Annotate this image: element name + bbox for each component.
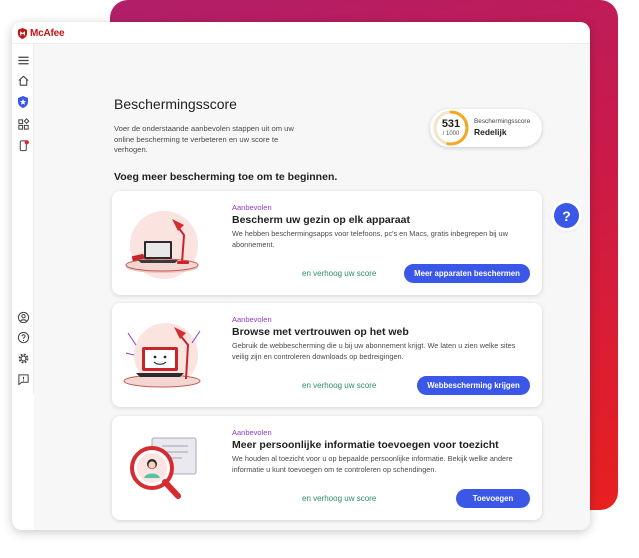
card-description: Gebruik de webbescherming die u bij uw a… xyxy=(232,341,516,361)
laptop-desk-illustration xyxy=(125,211,199,279)
increase-score-link[interactable]: en verhoog uw score xyxy=(302,381,376,390)
nav-alerts[interactable] xyxy=(15,137,31,153)
nav-apps[interactable] xyxy=(15,116,31,132)
chat-icon xyxy=(17,373,29,385)
title-bar: McAfee xyxy=(12,22,590,44)
score-value: 531 xyxy=(441,118,461,130)
nav-account[interactable] xyxy=(15,309,31,325)
magnifier-id-illustration xyxy=(130,437,197,499)
main-content: Beschermingsscore Voer de onderstaande a… xyxy=(34,44,590,530)
nav-settings[interactable] xyxy=(15,350,31,366)
logo-text: McAfee xyxy=(30,27,65,39)
card-kicker: Aanbevolen xyxy=(232,203,272,212)
protection-score-badge[interactable]: 531 / 1000 Beschermingsscore Redelijk xyxy=(430,109,542,147)
card-title: Bescherm uw gezin op elk apparaat xyxy=(232,214,410,226)
home-icon xyxy=(17,75,29,86)
card-description: We hebben beschermingsapps voor telefoon… xyxy=(232,229,508,249)
increase-score-link[interactable]: en verhoog uw score xyxy=(302,269,376,278)
nav-feedback[interactable] xyxy=(15,371,31,387)
recommendation-card-devices: Aanbevolen Bescherm uw gezin op elk appa… xyxy=(112,191,542,295)
shield-star-icon xyxy=(18,96,28,108)
gear-icon xyxy=(18,353,28,363)
nav-protection[interactable] xyxy=(15,94,31,110)
floating-help-button[interactable]: ? xyxy=(554,203,579,228)
smiling-laptop-illustration xyxy=(123,323,201,388)
mcafee-logo: McAfee xyxy=(17,27,65,39)
get-web-protection-button[interactable]: Webbescherming krijgen xyxy=(417,376,530,395)
sidebar-nav xyxy=(12,44,34,394)
nav-home[interactable] xyxy=(15,72,31,88)
score-max: / 1000 xyxy=(442,131,460,137)
card-title: Meer persoonlijke informatie toevoegen v… xyxy=(232,439,499,451)
increase-score-link[interactable]: en verhoog uw score xyxy=(302,494,376,503)
card-title: Browse met vertrouwen op het web xyxy=(232,326,409,338)
protect-more-devices-button[interactable]: Meer apparaten beschermen xyxy=(404,264,530,283)
user-icon xyxy=(17,311,29,323)
recommendation-card-web: Aanbevolen Browse met vertrouwen op het … xyxy=(112,303,542,407)
hamburger-menu-icon xyxy=(17,56,29,64)
section-title: Voeg meer bescherming toe om te beginnen… xyxy=(114,171,338,183)
question-icon: ? xyxy=(562,207,571,224)
score-label: Beschermingsscore xyxy=(474,118,531,125)
card-kicker: Aanbevolen xyxy=(232,315,272,324)
app-window: McAfee Beschermingsscore Voer de onderst… xyxy=(12,22,590,530)
page-title: Beschermingsscore xyxy=(114,96,237,112)
nav-help[interactable] xyxy=(15,329,31,345)
recommendation-card-identity: Aanbevolen Meer persoonlijke informatie … xyxy=(112,416,542,520)
card-kicker: Aanbevolen xyxy=(232,428,272,437)
score-status: Redelijk xyxy=(474,127,507,137)
mcafee-shield-logo-icon xyxy=(17,27,28,39)
card-description: We houden al toezicht voor u op bepaalde… xyxy=(232,454,513,474)
add-info-button[interactable]: Toevoegen xyxy=(456,489,530,508)
phone-notification-icon xyxy=(19,139,29,151)
question-icon xyxy=(17,331,29,343)
menu-button[interactable] xyxy=(15,52,31,68)
page-description: Voer de onderstaande aanbevolen stappen … xyxy=(114,124,294,154)
apps-grid-icon xyxy=(17,117,30,130)
